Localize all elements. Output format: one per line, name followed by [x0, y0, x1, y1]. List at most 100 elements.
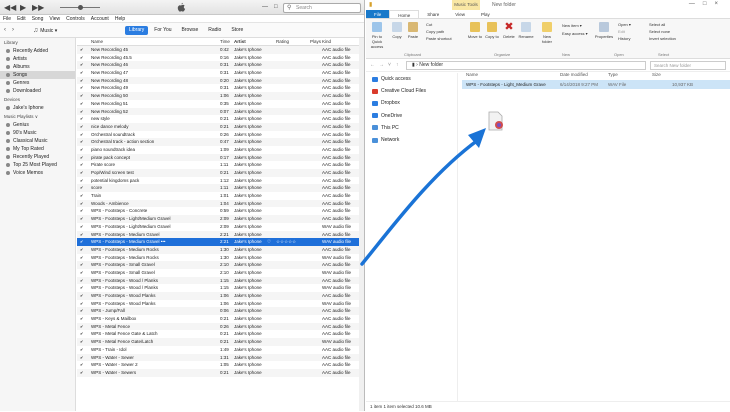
checkbox-icon[interactable]: ✔ — [80, 277, 83, 285]
checkbox-icon[interactable]: ✔ — [80, 254, 83, 262]
checkbox-icon[interactable]: ✔ — [80, 361, 83, 369]
menu-edit[interactable]: Edit — [17, 15, 26, 22]
tab-share[interactable]: Share — [419, 10, 447, 18]
table-row[interactable]: ✔ piano soundtrack idea 1:09 Jake's Iphone A… — [77, 146, 364, 154]
table-row[interactable]: ✔ New Recording 47 0:31 Jake's Iphone AAC au… — [77, 69, 364, 77]
sidebar-item-recently-played[interactable]: Recently Played — [0, 153, 75, 161]
pin-button[interactable]: Pin to Quick access — [368, 22, 386, 49]
tab-store[interactable]: Store — [227, 26, 247, 35]
table-row[interactable]: ✔ Pirate score 1:11 Jake's Iphone AAC audio … — [77, 161, 364, 169]
checkbox-icon[interactable]: ✔ — [80, 69, 83, 77]
back-icon[interactable]: ‹ — [4, 26, 6, 35]
sidebar-item-top-25-most-played[interactable]: Top 25 Most Played — [0, 161, 75, 169]
table-row[interactable]: ✔ New Recording 48 0:20 Jake's Iphone AAC au… — [77, 76, 364, 85]
delete-button[interactable]: ✖ Delete — [502, 22, 516, 40]
checkbox-icon[interactable]: ✔ — [80, 123, 83, 131]
checkbox-icon[interactable]: ✔ — [80, 231, 83, 239]
col-type[interactable]: Type — [608, 70, 618, 79]
table-row[interactable]: ✔ WPS - Footsteps - Medium Gravel ••• 2:21… — [77, 238, 364, 246]
col-kind[interactable]: Kind — [322, 38, 331, 46]
checkbox-icon[interactable]: ✔ — [80, 261, 83, 269]
table-row[interactable]: ✔ potential kingdoms pack 1:12 Jake's Iphon… — [77, 177, 364, 185]
sidebar-item-artists[interactable]: Artists — [0, 55, 75, 63]
open-button[interactable]: Open ▾ — [618, 22, 631, 27]
checkbox-icon[interactable]: ✔ — [80, 46, 83, 54]
heart-icon[interactable]: ♡ — [267, 238, 271, 246]
table-row[interactable]: ✔ New Recording 49 0:31 Jake's Iphone AAC au… — [77, 84, 364, 92]
col-file-name[interactable]: Name — [466, 70, 478, 79]
table-row[interactable]: ✔ new style 0:21 Jake's Iphone AAC audio fil… — [77, 115, 364, 123]
table-row[interactable]: ✔ Orchestral track - action section 0:47 Ja… — [77, 138, 364, 146]
checkbox-icon[interactable]: ✔ — [80, 200, 83, 208]
forward-icon[interactable]: › — [12, 26, 14, 35]
checkbox-icon[interactable]: ✔ — [80, 246, 83, 254]
nav-item-creative-cloud-files[interactable]: Creative Cloud Files — [366, 85, 457, 97]
checkbox-icon[interactable]: ✔ — [80, 269, 83, 277]
table-row[interactable]: ✔ WPS - Footsteps - Wood / Planks 1:15 Jake… — [77, 276, 364, 285]
table-row[interactable]: ✔ WPS - Train - Idol 1:49 Jake's Iphone AAC … — [77, 346, 364, 354]
media-kind-select[interactable]: ♫ Music ▾ — [33, 26, 57, 36]
sidebar-item-recently-added[interactable]: Recently Added — [0, 47, 75, 55]
tab-file[interactable]: File — [366, 10, 390, 18]
sidebar-item-genres[interactable]: Genres — [0, 79, 75, 87]
table-row[interactable]: ✔ WPS - Water - Sewers 0:21 Jake's Iphone AA… — [77, 368, 364, 377]
table-row[interactable]: ✔ WPS - Jump/Fall 0:06 Jake's Iphone AAC aud… — [77, 307, 364, 316]
tab-library[interactable]: Library — [125, 26, 149, 35]
checkbox-icon[interactable]: ✔ — [80, 192, 83, 200]
checkbox-icon[interactable]: ✔ — [80, 84, 83, 92]
nav-item-onedrive[interactable]: OneDrive — [366, 110, 457, 122]
sidebar-item-downloaded[interactable]: Downloaded — [0, 87, 75, 95]
nav-item-dropbox[interactable]: Dropbox — [366, 97, 457, 109]
checkbox-icon[interactable]: ✔ — [80, 131, 83, 139]
table-row[interactable]: ✔ WPS - Water - Sewer 1:31 Jake's Iphone AAC… — [77, 353, 364, 362]
tab-browse[interactable]: Browse — [178, 26, 203, 35]
table-row[interactable]: ✔ New Recording 45 0:42 Jake's Iphone AAC au… — [77, 46, 364, 54]
sidebar-item-albums[interactable]: Albums — [0, 63, 75, 71]
checkbox-icon[interactable]: ✔ — [80, 138, 83, 146]
table-row[interactable]: ✔ WPS - Metal Fence Gate & Latch 0:21 Jake'… — [77, 330, 364, 338]
history-button[interactable]: History — [618, 36, 630, 41]
search-input[interactable]: ⚲ Search — [283, 3, 361, 13]
copy-button[interactable]: Copy — [390, 22, 404, 39]
sidebar-item-voice-memos[interactable]: Voice Memos — [0, 169, 75, 177]
table-row[interactable]: ✔ New Recording 50 1:06 Jake's Iphone AAC au… — [77, 92, 364, 100]
table-row[interactable]: ✔ WPS - Footsteps - Light/Medium Gravel 2:… — [77, 215, 364, 223]
copy-to-button[interactable]: Copy to — [484, 22, 500, 39]
new-folder-button[interactable]: New folder — [538, 22, 556, 44]
checkbox-icon[interactable]: ✔ — [80, 177, 83, 185]
sidebar-item-my-top-rated[interactable]: My Top Rated — [0, 145, 75, 153]
checkbox-icon[interactable]: ✔ — [80, 100, 83, 108]
checkbox-icon[interactable]: ✔ — [80, 115, 83, 123]
checkbox-icon[interactable]: ✔ — [80, 108, 83, 116]
table-row[interactable]: ✔ New Recording 52 0:07 Jake's Iphone AAC au… — [77, 107, 364, 116]
cut-button[interactable]: Cut — [426, 22, 432, 27]
checkbox-icon[interactable]: ✔ — [80, 169, 83, 177]
table-row[interactable]: ✔ WPS - Footsteps - Medium Rocks 1:30 Jake'… — [77, 254, 364, 262]
checkbox-icon[interactable]: ✔ — [80, 369, 83, 377]
checkbox-icon[interactable]: ✔ — [80, 61, 83, 69]
col-artist[interactable]: Artist — [234, 38, 246, 46]
table-row[interactable]: ✔ WPS - Footsteps - Concrete 0:59 Jake's Ip… — [77, 207, 364, 215]
sidebar-item-jake-s-iphone[interactable]: Jake's Iphone — [0, 104, 75, 112]
sidebar-item-90-s-music[interactable]: 90's Music — [0, 129, 75, 137]
menu-help[interactable]: Help — [115, 15, 125, 22]
table-row[interactable]: ✔ WPS - Footsteps - Small Gravel 2:10 Jake'… — [77, 261, 364, 269]
play-icon[interactable]: ▶ — [20, 3, 26, 12]
table-row[interactable]: ✔ WPS - Footsteps - Small Gravel 2:10 Jake'… — [77, 269, 364, 277]
rewind-icon[interactable]: ◀◀ — [4, 3, 16, 12]
table-row[interactable]: ✔ WPS - Water - Sewer 2 1:05 Jake's Iphone A… — [77, 361, 364, 369]
table-row[interactable]: ✔ score 1:11 Jake's Iphone AAC audio file — [77, 184, 364, 193]
file-item[interactable]: WPS - Footsteps - Light_Medium Grave 6/1… — [462, 80, 730, 89]
checkbox-icon[interactable]: ✔ — [80, 215, 83, 223]
menu-account[interactable]: Account — [91, 15, 109, 22]
table-row[interactable]: ✔ WPS - Footsteps - Medium Gravel 2:21 Jake… — [77, 230, 364, 239]
col-size[interactable]: Size — [652, 70, 661, 79]
sidebar-item-genius[interactable]: Genius — [0, 121, 75, 129]
checkbox-icon[interactable]: ✔ — [80, 54, 83, 62]
col-plays[interactable]: Plays — [310, 38, 321, 46]
col-name[interactable]: Name — [91, 38, 103, 46]
table-row[interactable]: ✔ pirate pack concept 0:17 Jake's Iphone AAC… — [77, 153, 364, 162]
checkbox-icon[interactable]: ✔ — [80, 354, 83, 362]
checkbox-icon[interactable]: ✔ — [80, 307, 83, 315]
checkbox-icon[interactable]: ✔ — [80, 184, 83, 192]
